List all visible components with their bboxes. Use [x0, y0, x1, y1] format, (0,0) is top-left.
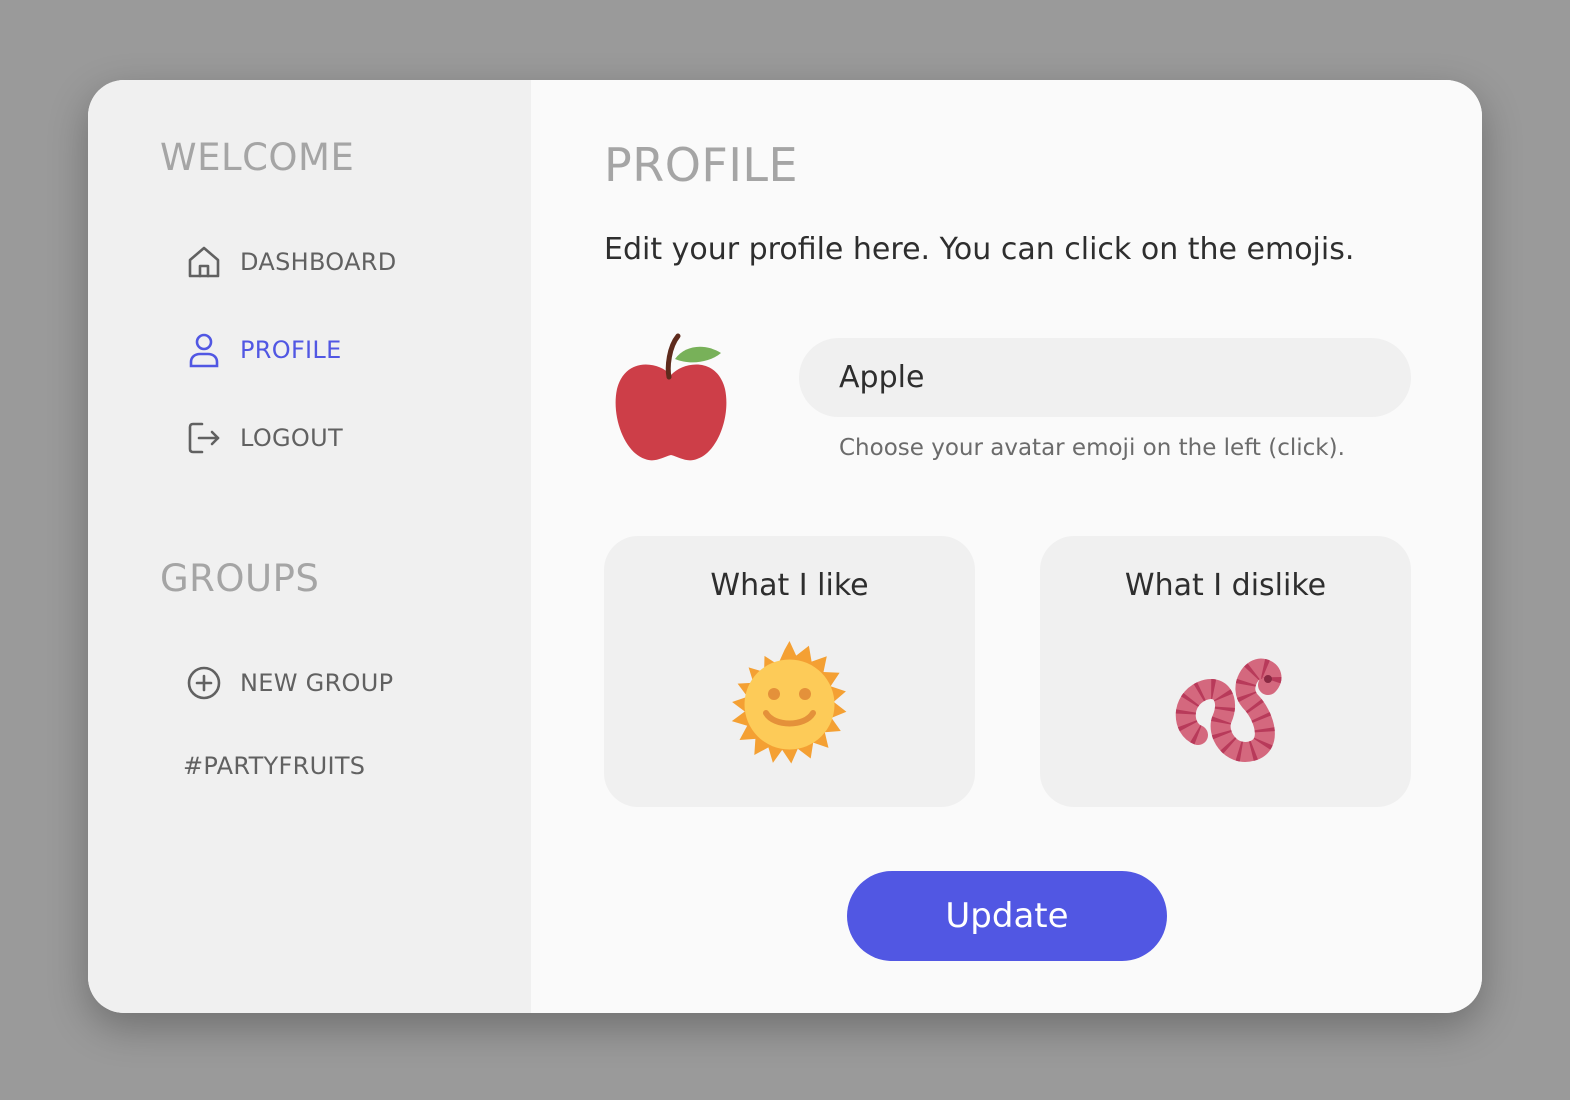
- like-title: What I like: [710, 568, 869, 603]
- dislike-card[interactable]: What I dislike: [1040, 536, 1411, 807]
- new-group-label: NEW GROUP: [240, 669, 394, 697]
- logout-icon: [185, 419, 223, 457]
- group-item-partyfruits[interactable]: #PARTYFRUITS: [183, 752, 365, 780]
- nav-dashboard-label: DASHBOARD: [240, 248, 397, 276]
- avatar-hint: Choose your avatar emoji on the left (cl…: [839, 435, 1345, 461]
- name-input[interactable]: [799, 338, 1411, 417]
- like-card[interactable]: What I like: [604, 536, 975, 807]
- home-icon: [185, 243, 223, 281]
- user-icon: [185, 331, 223, 369]
- plus-circle-icon: [185, 664, 223, 702]
- avatar-apple-emoji[interactable]: [611, 333, 731, 469]
- nav-dashboard[interactable]: DASHBOARD: [185, 243, 397, 281]
- update-button[interactable]: Update: [847, 871, 1167, 961]
- nav-logout[interactable]: LOGOUT: [185, 419, 343, 457]
- sun-with-face-icon: [724, 639, 855, 770]
- nav-logout-label: LOGOUT: [240, 424, 343, 452]
- app-window: WELCOME DASHBOARD PROFILE LOGOUT GROUPS …: [88, 80, 1482, 1013]
- page-title: PROFILE: [604, 138, 799, 192]
- nav-profile-label: PROFILE: [240, 336, 342, 364]
- welcome-heading: WELCOME: [160, 136, 355, 179]
- nav-profile[interactable]: PROFILE: [185, 331, 342, 369]
- groups-heading: GROUPS: [160, 557, 320, 600]
- worm-icon: [1160, 639, 1291, 770]
- dislike-title: What I dislike: [1124, 568, 1327, 603]
- new-group-button[interactable]: NEW GROUP: [185, 664, 393, 702]
- profile-panel: PROFILE Edit your profile here. You can …: [531, 80, 1482, 1013]
- intro-text: Edit your profile here. You can click on…: [604, 232, 1355, 267]
- sidebar: WELCOME DASHBOARD PROFILE LOGOUT GROUPS …: [88, 80, 531, 1013]
